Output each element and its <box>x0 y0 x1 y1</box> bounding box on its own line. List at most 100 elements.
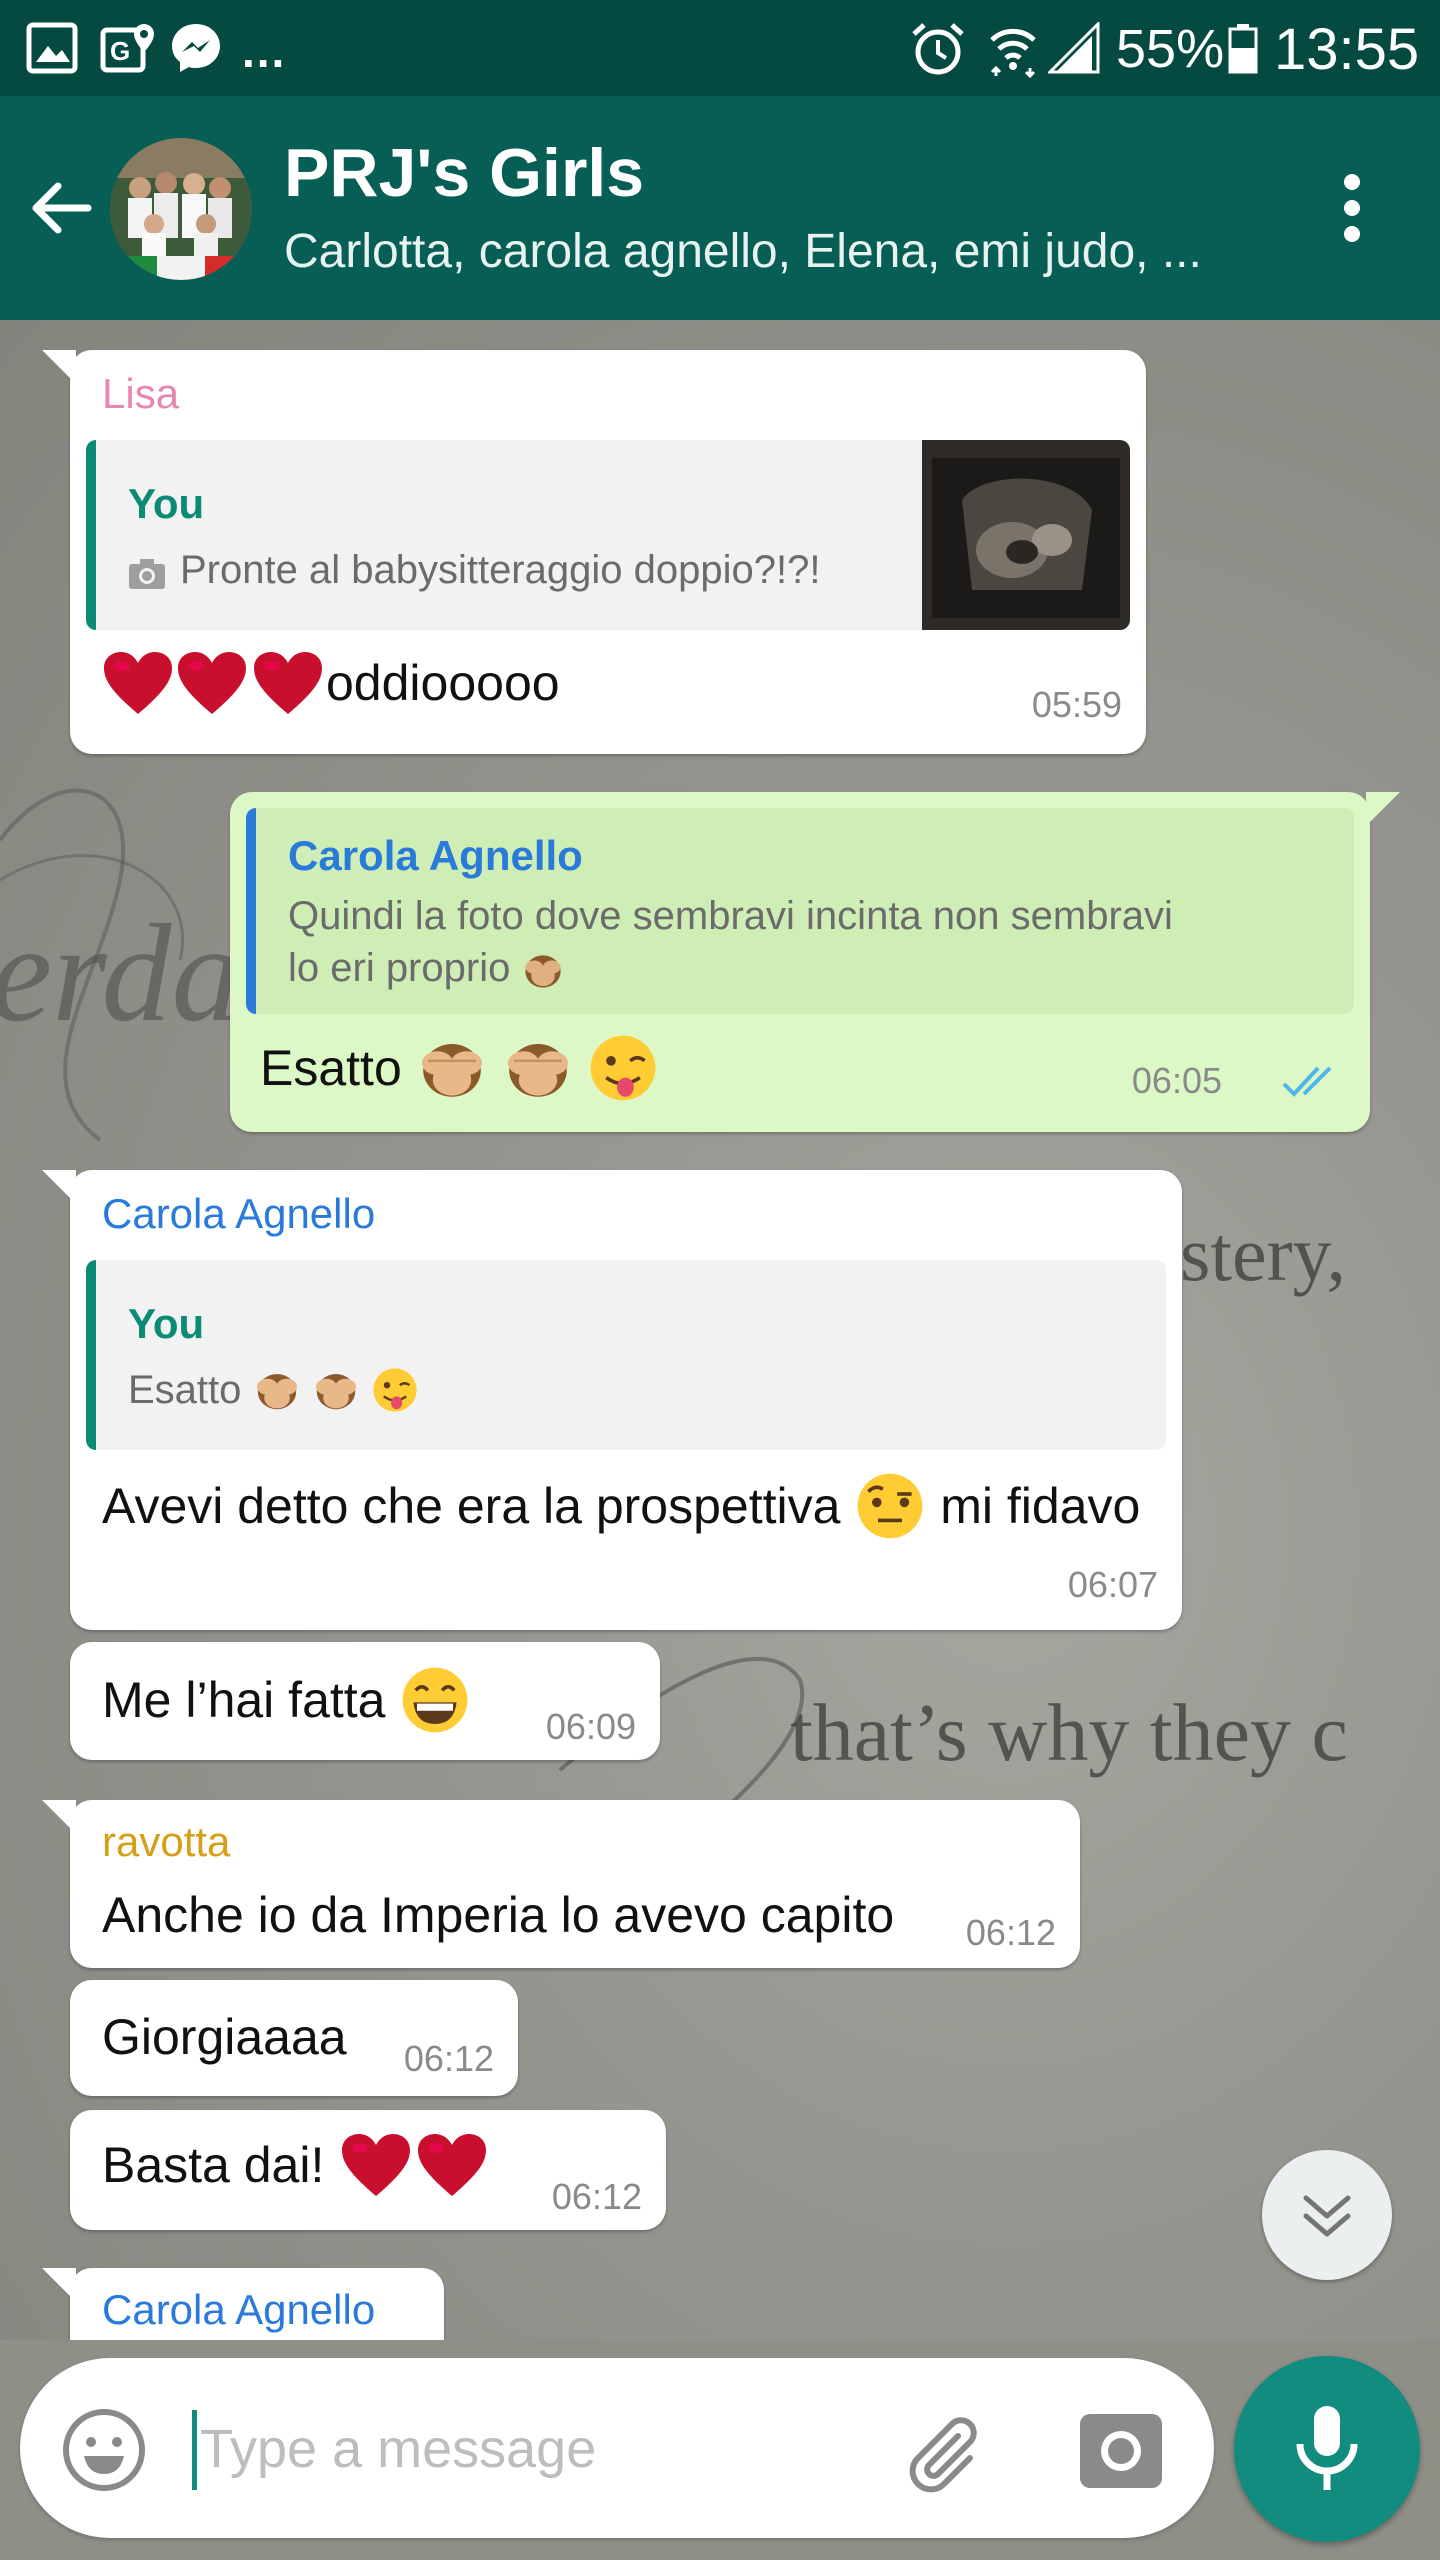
quote-text: Esatto <box>128 1366 419 1414</box>
chat-header: PRJ's Girls Carlotta, carola agnello, El… <box>0 96 1440 320</box>
quote-bar <box>86 1260 96 1450</box>
message-time: 06:12 <box>551 2176 642 2217</box>
sender-name[interactable]: Carola Agnello <box>102 1190 375 1238</box>
camera-small-icon <box>129 559 165 589</box>
see-no-evil-monkey-emoji-icon <box>525 955 562 989</box>
group-members[interactable]: Carlotta, carola agnello, Elena, emi jud… <box>284 224 1202 279</box>
quoted-message[interactable]: You Pronte al babysitteraggio doppio?!?! <box>86 440 1130 630</box>
sender-name[interactable]: ravotta <box>102 1818 230 1866</box>
quote-author: You <box>128 1300 205 1347</box>
message-text: oddiooooo <box>102 650 560 716</box>
message-text: Basta dai! <box>102 2132 490 2198</box>
grinning-emoji-icon <box>402 1667 468 1733</box>
messenger-icon <box>172 24 220 72</box>
message-bubble-incoming[interactable]: Me l’hai fatta 06:09 <box>70 1642 660 1760</box>
winking-tongue-emoji-icon <box>373 1368 417 1413</box>
message-input[interactable] <box>198 2398 882 2500</box>
group-title[interactable]: PRJ's Girls <box>284 134 644 212</box>
see-no-evil-monkey-emoji-icon <box>256 1374 297 1410</box>
quoted-message[interactable]: Carola Agnello Quindi la foto dove sembr… <box>246 808 1354 1014</box>
message-text: Esatto <box>260 1032 659 1104</box>
quote-text-body: Esatto <box>128 1367 242 1412</box>
message-text: Giorgiaaaa <box>102 2009 347 2065</box>
quote-text-line-2-text: lo eri proprio <box>288 946 511 990</box>
quote-author: Carola Agnello <box>288 832 583 879</box>
message-body: oddiooooo <box>326 655 560 711</box>
message-time: 06:05 <box>1131 1060 1222 1101</box>
message-bubble-incoming[interactable]: Carola Agnello <box>42 2268 444 2340</box>
message-composer <box>20 2358 1214 2538</box>
message-time: 06:09 <box>545 1706 636 1747</box>
quoted-message[interactable]: You Esatto <box>86 1260 1166 1450</box>
svg-text:G: G <box>110 36 130 66</box>
chat-area[interactable]: erda stery, that’s why they c Lisa You P… <box>0 320 1440 2340</box>
more-options-icon[interactable] <box>1324 168 1380 248</box>
message-body: Basta dai! <box>102 2137 325 2193</box>
message-bubble-incoming[interactable]: Lisa You Pronte al babysitteraggio doppi… <box>42 350 1146 754</box>
group-photo <box>110 138 252 280</box>
heart-emoji-icon <box>418 2134 487 2196</box>
heart-emoji-icon <box>104 652 172 714</box>
winking-tongue-emoji-icon <box>591 1035 656 1101</box>
raised-eyebrow-emoji-icon <box>857 1473 923 1539</box>
status-bar: G ... 55% 13:55 <box>0 0 1440 96</box>
ultrasound-thumbnail[interactable] <box>922 440 1130 630</box>
message-bubble-incoming[interactable]: ravotta Anche io da Imperia lo avevo cap… <box>42 1800 1080 1968</box>
message-bubble-outgoing[interactable]: Carola Agnello Quindi la foto dove sembr… <box>230 792 1400 1132</box>
battery-percent: 55% <box>1116 19 1225 79</box>
message-body-start: Avevi detto che era la prospettiva <box>102 1478 841 1534</box>
message-body: Esatto <box>260 1040 402 1096</box>
message-bubble-incoming[interactable]: Basta dai! 06:12 <box>70 2110 666 2230</box>
voice-message-button[interactable] <box>1234 2356 1420 2542</box>
text-cursor <box>192 2410 197 2490</box>
back-arrow-icon[interactable] <box>28 176 92 240</box>
bubble-tail <box>42 1170 76 1204</box>
emoji-icon[interactable] <box>60 2406 148 2494</box>
clock: 13:55 <box>1274 17 1420 82</box>
wallpaper-word-1: stery, <box>1180 1210 1346 1297</box>
quote-author: You <box>128 480 205 527</box>
bubble-tail <box>42 350 76 384</box>
more-notifications: ... <box>242 25 287 77</box>
bubble-tail <box>42 2268 76 2302</box>
message-body-end: mi fidavo <box>940 1478 1141 1534</box>
quote-text-line-2: lo eri proprio <box>288 946 565 992</box>
quote-text-line-1: Quindi la foto dove sembravi incinta non… <box>288 894 1173 938</box>
alarm-icon <box>912 23 964 75</box>
sender-name[interactable]: Lisa <box>102 370 179 418</box>
message-time: 06:12 <box>403 2038 494 2079</box>
message-text: Avevi detto che era la prospettiva mi fi… <box>102 1470 1140 1542</box>
sender-name[interactable]: Carola Agnello <box>102 2286 375 2334</box>
heart-emoji-icon <box>254 652 322 714</box>
wallpaper-script: erda <box>0 896 241 1051</box>
heart-emoji-icon <box>178 652 246 714</box>
message-time: 06:07 <box>1067 1564 1158 1605</box>
message-text: Me l’hai fatta <box>102 1664 471 1736</box>
maps-icon: G <box>100 24 154 73</box>
read-receipt-icon <box>1282 1066 1332 1097</box>
heart-emoji-icon <box>342 2134 411 2196</box>
group-avatar[interactable] <box>110 138 252 280</box>
signal-icon <box>1048 22 1100 74</box>
quote-bar <box>86 440 96 630</box>
see-no-evil-monkey-emoji-icon <box>421 1044 482 1097</box>
bubble-tail <box>42 1800 76 1834</box>
scroll-to-bottom-button[interactable] <box>1262 2150 1392 2280</box>
message-bubble-incoming[interactable]: Giorgiaaaa 06:12 <box>70 1980 518 2096</box>
microphone-icon <box>1296 2406 1358 2490</box>
paperclip-icon[interactable] <box>900 2402 996 2498</box>
message-text: Anche io da Imperia lo avevo capito <box>102 1887 895 1943</box>
see-no-evil-monkey-emoji-icon <box>315 1374 356 1410</box>
camera-icon[interactable] <box>1076 2404 1166 2494</box>
battery-icon <box>1228 24 1258 74</box>
quote-bar <box>246 808 256 1014</box>
bubble-tail <box>1366 792 1400 826</box>
message-time: 05:59 <box>1031 684 1122 725</box>
message-bubble-incoming[interactable]: Carola Agnello You Esatto Avevi detto ch… <box>42 1170 1182 1630</box>
wifi-icon <box>990 28 1036 78</box>
quote-text: Pronte al babysitteraggio doppio?!?! <box>180 548 821 592</box>
message-body: Me l’hai fatta <box>102 1672 386 1728</box>
message-time: 06:12 <box>965 1912 1056 1953</box>
double-chevron-down-icon <box>1303 2195 1351 2237</box>
see-no-evil-monkey-emoji-icon <box>507 1044 568 1097</box>
